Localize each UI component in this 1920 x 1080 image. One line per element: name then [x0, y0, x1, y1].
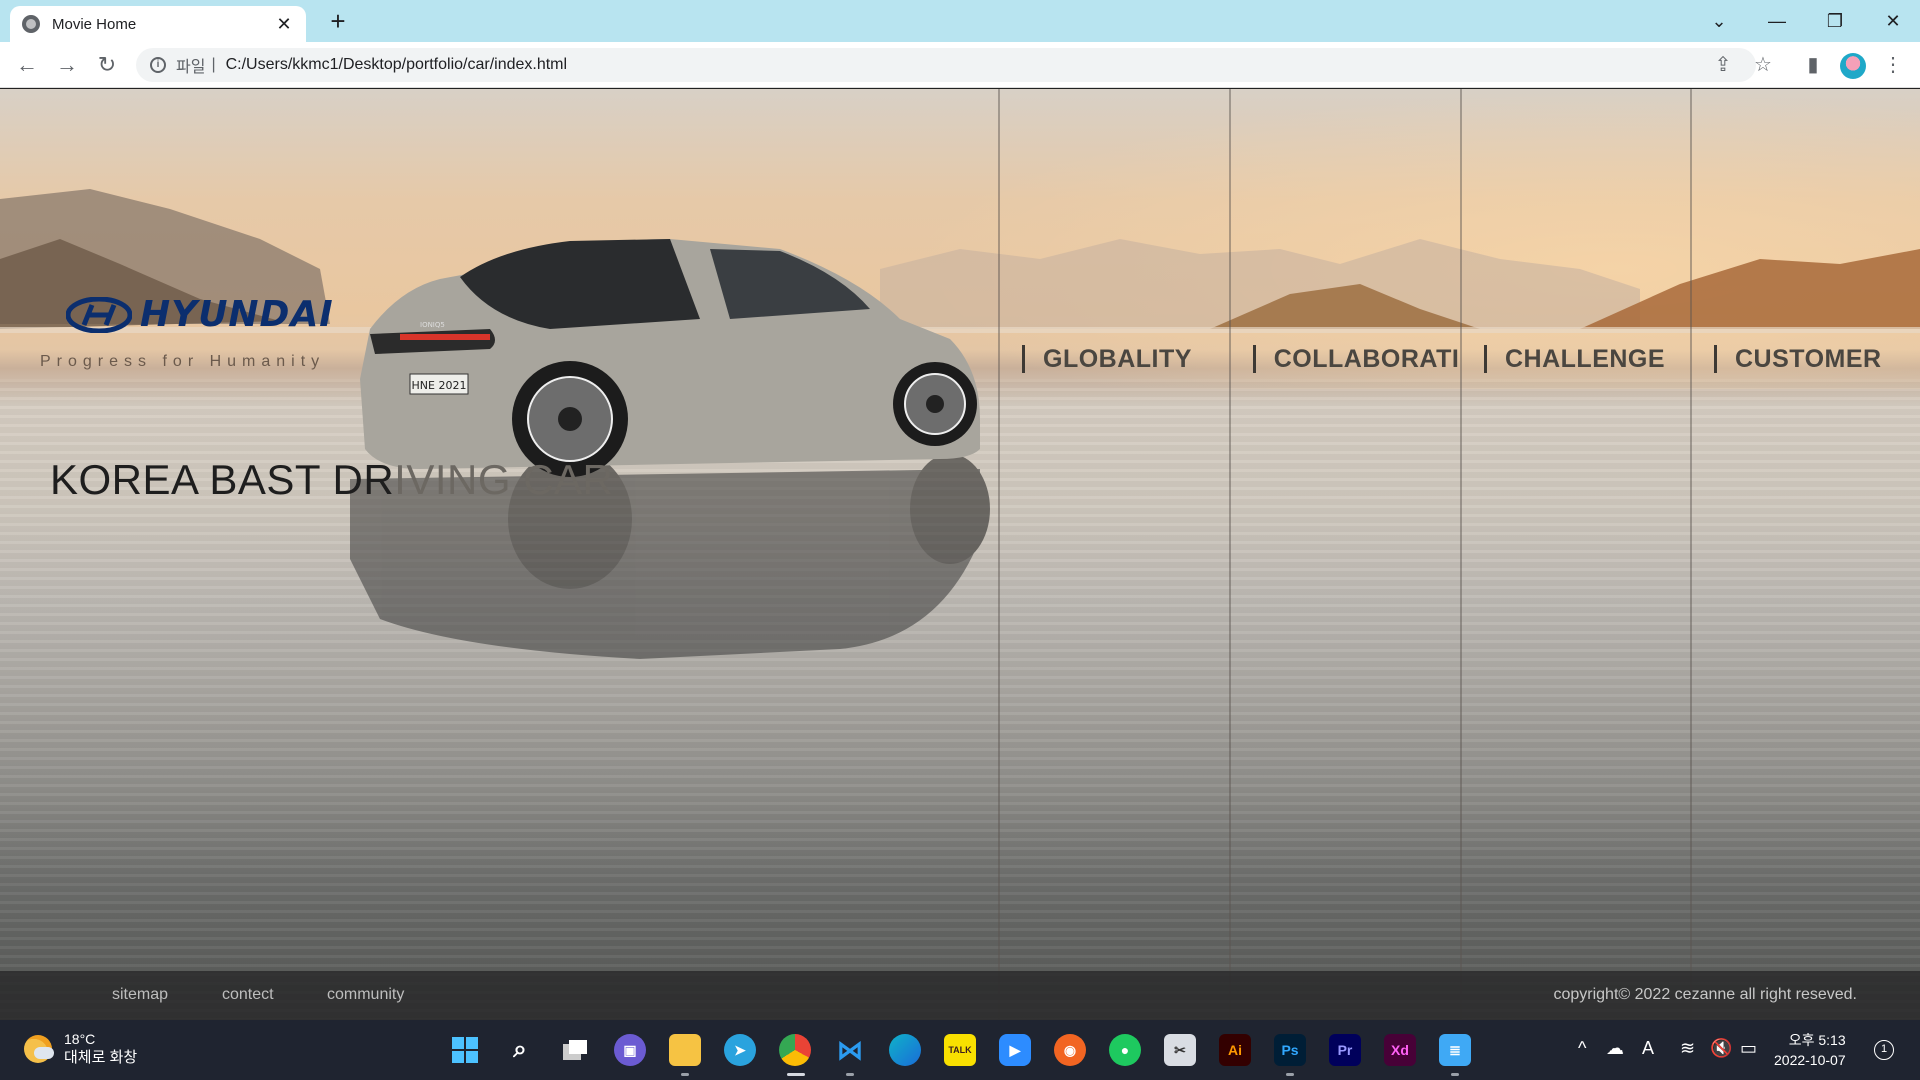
- onedrive-cloud-icon[interactable]: ☁: [1606, 1038, 1624, 1059]
- teams-chat-icon[interactable]: ▣: [614, 1034, 646, 1066]
- file-explorer-icon[interactable]: [669, 1034, 701, 1066]
- illustrator-icon[interactable]: Ai: [1219, 1034, 1251, 1066]
- brand-wordmark: HYUNDAI: [140, 294, 334, 335]
- browser-tabbar: Movie Home ✕ + ⌄ — ❐ ✕: [0, 0, 1920, 42]
- photoshop-icon[interactable]: Ps: [1274, 1034, 1306, 1066]
- license-plate: HNE 2021: [412, 379, 467, 392]
- hyundai-logo[interactable]: HYUNDAI: [66, 294, 334, 335]
- info-icon[interactable]: i: [150, 57, 166, 73]
- menu-divider: [1714, 345, 1717, 373]
- tab-movie-home[interactable]: Movie Home ✕: [10, 6, 306, 42]
- clock-date: 2022-10-07: [1774, 1052, 1846, 1068]
- globe-icon: [22, 15, 40, 33]
- premiere-icon[interactable]: Pr: [1329, 1034, 1361, 1066]
- clock-time: 오후 5:13: [1788, 1032, 1846, 1048]
- hero-headline: KOREA BAST DRIVING CAR: [50, 456, 613, 504]
- running-indicator: [1451, 1073, 1459, 1076]
- windows-taskbar: 18°C 대체로 화창 ⌕ ▣ ➤ ⋈ TALK ▶ ◉ ● ✂ Ai Ps P…: [0, 1020, 1920, 1080]
- tab-close-icon[interactable]: ✕: [274, 14, 294, 35]
- menu-item-challenge[interactable]: CHALLENGE: [1484, 339, 1690, 379]
- running-indicator: [681, 1073, 689, 1076]
- page-footer: sitemap contect community copyright© 202…: [0, 971, 1920, 1020]
- footer-link-sitemap[interactable]: sitemap: [112, 986, 168, 1004]
- restore-button[interactable]: ❐: [1806, 0, 1864, 42]
- active-indicator: [787, 1073, 805, 1076]
- profile-avatar[interactable]: [1840, 53, 1866, 79]
- running-indicator: [846, 1073, 854, 1076]
- partly-sunny-icon: [24, 1035, 54, 1063]
- system-clock[interactable]: 오후 5:13 2022-10-07: [1774, 1030, 1846, 1070]
- share-icon[interactable]: ⇪: [1710, 52, 1736, 78]
- weather-desc: 대체로 화창: [64, 1049, 138, 1066]
- menu-item-globality[interactable]: GLOBALITY: [1022, 339, 1242, 379]
- green-app-icon[interactable]: ●: [1109, 1034, 1141, 1066]
- menu-divider: [1484, 345, 1487, 373]
- menu-label: CHALLENGE: [1505, 344, 1666, 373]
- chevron-up-icon[interactable]: ^: [1578, 1038, 1586, 1059]
- column-divider: [1690, 89, 1692, 1020]
- chrome-icon[interactable]: [779, 1034, 811, 1066]
- snipping-tool-icon[interactable]: ✂: [1164, 1034, 1196, 1066]
- hyundai-emblem-icon: [66, 296, 132, 333]
- start-menu-icon[interactable]: [449, 1034, 481, 1066]
- footer-link-community[interactable]: community: [327, 986, 404, 1004]
- vscode-icon[interactable]: ⋈: [834, 1034, 866, 1066]
- more-menu-icon[interactable]: ⋮: [1880, 52, 1906, 78]
- running-indicator: [1286, 1073, 1294, 1076]
- brand-tagline: Progress for Humanity: [40, 353, 326, 370]
- telegram-icon[interactable]: ➤: [724, 1034, 756, 1066]
- weather-widget[interactable]: 18°C 대체로 화창: [24, 1030, 137, 1068]
- menu-label: CUSTOMER: [1735, 344, 1882, 373]
- tab-title: Movie Home: [52, 15, 137, 33]
- menu-item-collaboration[interactable]: COLLABORATIC: [1253, 339, 1460, 379]
- weather-temp: 18°C: [64, 1031, 96, 1047]
- column-divider: [1229, 89, 1231, 1020]
- new-tab-button[interactable]: +: [323, 6, 353, 36]
- omnibox[interactable]: i 파일 | C:/Users/kkmc1/Desktop/portfolio/…: [136, 48, 1756, 82]
- column-divider: [1460, 89, 1462, 1020]
- wifi-icon[interactable]: ≋: [1680, 1038, 1695, 1059]
- close-window-button[interactable]: ✕: [1864, 0, 1920, 42]
- back-arrow-icon[interactable]: ←: [12, 50, 42, 80]
- scheme-label: 파일: [176, 59, 206, 76]
- url-text[interactable]: C:/Users/kkmc1/Desktop/portfolio/car/ind…: [226, 56, 567, 74]
- reload-icon[interactable]: ↻: [92, 50, 122, 80]
- task-view-icon[interactable]: [559, 1034, 591, 1066]
- headline-light-part: IVING CAR: [394, 456, 614, 503]
- web-page: HNE 2021 IONIQ5 HYUNDAI Progress for Hum…: [0, 89, 1920, 1020]
- edge-icon[interactable]: [889, 1034, 921, 1066]
- footer-copyright: copyright© 2022 cezanne all right reseve…: [1553, 986, 1857, 1003]
- tab-search-icon[interactable]: ⌄: [1690, 0, 1748, 42]
- side-panel-icon[interactable]: ▮: [1800, 52, 1826, 78]
- notepad-icon[interactable]: ≣: [1439, 1034, 1471, 1066]
- notification-badge[interactable]: 1: [1874, 1040, 1894, 1060]
- kakaotalk-icon[interactable]: TALK: [944, 1034, 976, 1066]
- forward-arrow-icon[interactable]: →: [52, 50, 82, 80]
- muted-speaker-icon[interactable]: 🔇: [1710, 1038, 1732, 1059]
- address-bar-row: ← → ↻ i 파일 | C:/Users/kkmc1/Desktop/port…: [0, 42, 1920, 88]
- menu-item-customer[interactable]: CUSTOMER: [1714, 339, 1920, 379]
- menu-divider: [1022, 345, 1025, 373]
- headline-dark-part: KOREA BAST DR: [50, 456, 395, 503]
- car-body: HNE 2021 IONIQ5: [360, 239, 980, 477]
- xd-icon[interactable]: Xd: [1384, 1034, 1416, 1066]
- orange-app-icon[interactable]: ◉: [1054, 1034, 1086, 1066]
- search-icon[interactable]: ⌕: [504, 1034, 536, 1066]
- ime-indicator[interactable]: A: [1642, 1038, 1654, 1059]
- menu-label: GLOBALITY: [1043, 344, 1192, 373]
- car-badge: IONIQ5: [420, 321, 445, 329]
- footer-link-contact[interactable]: contect: [222, 986, 274, 1004]
- bookmark-star-icon[interactable]: ☆: [1750, 52, 1776, 78]
- minimize-button[interactable]: —: [1748, 0, 1806, 42]
- menu-label: COLLABORATIC: [1273, 344, 1460, 373]
- zoom-icon[interactable]: ▶: [999, 1034, 1031, 1066]
- battery-icon[interactable]: ▭: [1740, 1038, 1757, 1059]
- omnibox-separator: |: [211, 56, 216, 73]
- menu-divider: [1253, 345, 1256, 373]
